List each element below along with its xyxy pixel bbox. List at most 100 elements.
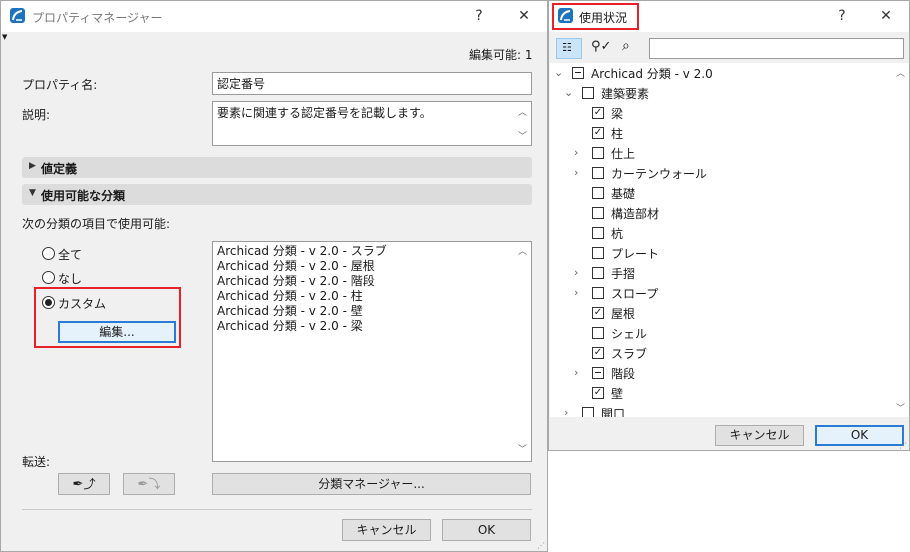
radio-all[interactable] — [42, 247, 55, 260]
tree-checkbox[interactable] — [592, 367, 604, 379]
classification-list[interactable]: Archicad 分類 - v 2.0 - スラブ Archicad 分類 - v… — [212, 241, 532, 462]
ok-button[interactable]: OK — [815, 425, 904, 446]
classification-section[interactable]: ▼ 使用可能な分類 — [22, 184, 532, 205]
tree-checkbox[interactable] — [592, 247, 604, 259]
divider — [22, 509, 532, 510]
radio-all-label: 全て — [58, 248, 83, 262]
help-button[interactable]: ? — [831, 6, 853, 26]
scroll-down-icon[interactable]: ﹀ — [518, 443, 527, 458]
chevron-right-icon[interactable]: › — [574, 266, 578, 279]
tree-row[interactable]: 構造部材 — [550, 203, 895, 223]
radio-none-label: なし — [58, 272, 83, 286]
tree-item-label: 柱 — [611, 127, 624, 141]
tree-item-label: 梁 — [611, 107, 624, 121]
chevron-right-icon[interactable]: › — [564, 406, 568, 417]
classification-list-item[interactable]: Archicad 分類 - v 2.0 - スラブ — [217, 244, 527, 259]
scroll-down-icon[interactable]: ﹀ — [518, 129, 527, 142]
classification-manager-button[interactable]: 分類マネージャー... — [212, 473, 531, 495]
tree-checkbox[interactable] — [592, 227, 604, 239]
classification-list-item[interactable]: Archicad 分類 - v 2.0 - 梁 — [217, 319, 527, 334]
tree-checkbox[interactable] — [592, 267, 604, 279]
tree-row[interactable]: › 開口 — [550, 403, 895, 417]
tree-row[interactable]: 杭 — [550, 223, 895, 243]
tree-row[interactable]: › 仕上 — [550, 143, 895, 163]
property-name-input[interactable]: 認定番号 — [212, 72, 532, 95]
expand-down-icon: ▼ — [29, 188, 36, 198]
search-icon[interactable]: ⌕ — [622, 38, 630, 54]
tree-checkbox[interactable] — [582, 407, 594, 417]
radio-none[interactable] — [42, 271, 55, 284]
tree-item-label: 壁 — [611, 387, 624, 401]
tree-row[interactable]: ⌄ Archicad 分類 - v 2.0 — [550, 63, 895, 83]
scroll-down-icon[interactable]: ﹀ — [896, 401, 905, 414]
tree-checkbox[interactable] — [582, 87, 594, 99]
tree-checkbox[interactable] — [592, 387, 604, 399]
tree-row[interactable]: › スロープ — [550, 283, 895, 303]
tree-checkbox[interactable] — [592, 347, 604, 359]
tree-item-label: 基礎 — [611, 187, 636, 201]
search-input[interactable] — [649, 38, 904, 59]
tree-checkbox[interactable] — [592, 127, 604, 139]
tree-row[interactable]: シェル — [550, 323, 895, 343]
tree-checkbox[interactable] — [592, 327, 604, 339]
chevron-right-icon[interactable]: › — [574, 286, 578, 299]
tree-row[interactable]: › カーテンウォール — [550, 163, 895, 183]
tree-view-button[interactable]: ☷ — [556, 38, 582, 59]
classification-list-item[interactable]: Archicad 分類 - v 2.0 - 階段 — [217, 274, 527, 289]
tree-row[interactable]: 柱 — [550, 123, 895, 143]
value-definition-section[interactable]: ▶ 値定義 — [22, 157, 532, 178]
tree-checkbox[interactable] — [592, 287, 604, 299]
tree-row[interactable]: 基礎 — [550, 183, 895, 203]
scroll-up-icon[interactable]: ︿ — [896, 66, 905, 79]
transfer-inject-button[interactable]: ✒⤵ — [123, 473, 175, 495]
classification-list-item[interactable]: Archicad 分類 - v 2.0 - 壁 — [217, 304, 527, 319]
chevron-down-icon[interactable]: ⌄ — [564, 86, 573, 99]
transfer-pick-button[interactable]: ✒⤴ — [58, 473, 110, 495]
tree-item-label: 開口 — [601, 407, 626, 417]
cancel-button[interactable]: キャンセル — [715, 425, 804, 446]
classification-list-item[interactable]: Archicad 分類 - v 2.0 - 屋根 — [217, 259, 527, 274]
classification-list-item[interactable]: Archicad 分類 - v 2.0 - 柱 — [217, 289, 527, 304]
cancel-button[interactable]: キャンセル — [342, 519, 431, 541]
tree-item-label: 構造部材 — [611, 207, 660, 221]
ok-button[interactable]: OK — [442, 519, 531, 541]
tree-checkbox[interactable] — [592, 147, 604, 159]
tree-row[interactable]: › 階段 — [550, 363, 895, 383]
tree-row[interactable]: 梁 — [550, 103, 895, 123]
description-textarea[interactable]: 要素に関連する認定番号を記載します。 ︿ ﹀ — [212, 101, 532, 146]
scroll-up-icon[interactable]: ︿ — [518, 105, 527, 118]
close-button[interactable]: ✕ — [513, 6, 535, 26]
description-text: 要素に関連する認定番号を記載します。 — [217, 106, 432, 120]
chevron-right-icon[interactable]: › — [574, 366, 578, 379]
property-name-label: プロパティ名: — [22, 78, 98, 92]
close-button[interactable]: ✕ — [875, 6, 897, 26]
scroll-up-icon[interactable]: ︿ — [518, 245, 527, 260]
tree-row[interactable]: 屋根 — [550, 303, 895, 323]
tree-item-label: 手摺 — [611, 267, 636, 281]
resize-grip-icon[interactable]: ⋰ — [899, 441, 907, 450]
tree-checkbox[interactable] — [592, 167, 604, 179]
resize-grip-icon[interactable]: ⋰ — [537, 541, 545, 550]
tree-checkbox[interactable] — [572, 67, 584, 79]
tree-row[interactable]: プレート — [550, 243, 895, 263]
chevron-down-icon[interactable]: ⌄ — [554, 66, 563, 79]
tree-list-icon: ☷ — [562, 41, 572, 54]
tree-row[interactable]: 壁 — [550, 383, 895, 403]
tree-checkbox[interactable] — [592, 307, 604, 319]
chevron-right-icon[interactable]: › — [574, 166, 578, 179]
expand-right-icon: ▶ — [29, 161, 36, 171]
value-definition-label: 値定義 — [41, 162, 78, 176]
tree-checkbox[interactable] — [592, 107, 604, 119]
help-button[interactable]: ? — [468, 6, 490, 26]
tree-checkbox[interactable] — [592, 187, 604, 199]
tree-row[interactable]: スラブ — [550, 343, 895, 363]
tree-item-label: カーテンウォール — [611, 167, 708, 181]
filter-icon[interactable]: ⚲✓ — [591, 39, 611, 54]
eyedropper-icon: ✒ — [72, 477, 84, 492]
chevron-right-icon[interactable]: › — [574, 146, 578, 159]
curve-arrow-icon: ⤵ — [148, 477, 161, 491]
tree-row[interactable]: ⌄ 建築要素 — [550, 83, 895, 103]
tree-row[interactable]: › 手摺 — [550, 263, 895, 283]
tree-panel: ⌄ Archicad 分類 - v 2.0 ⌄ 建築要素梁柱 › 仕上 › カーテンウォール基… — [550, 63, 909, 417]
tree-checkbox[interactable] — [592, 207, 604, 219]
